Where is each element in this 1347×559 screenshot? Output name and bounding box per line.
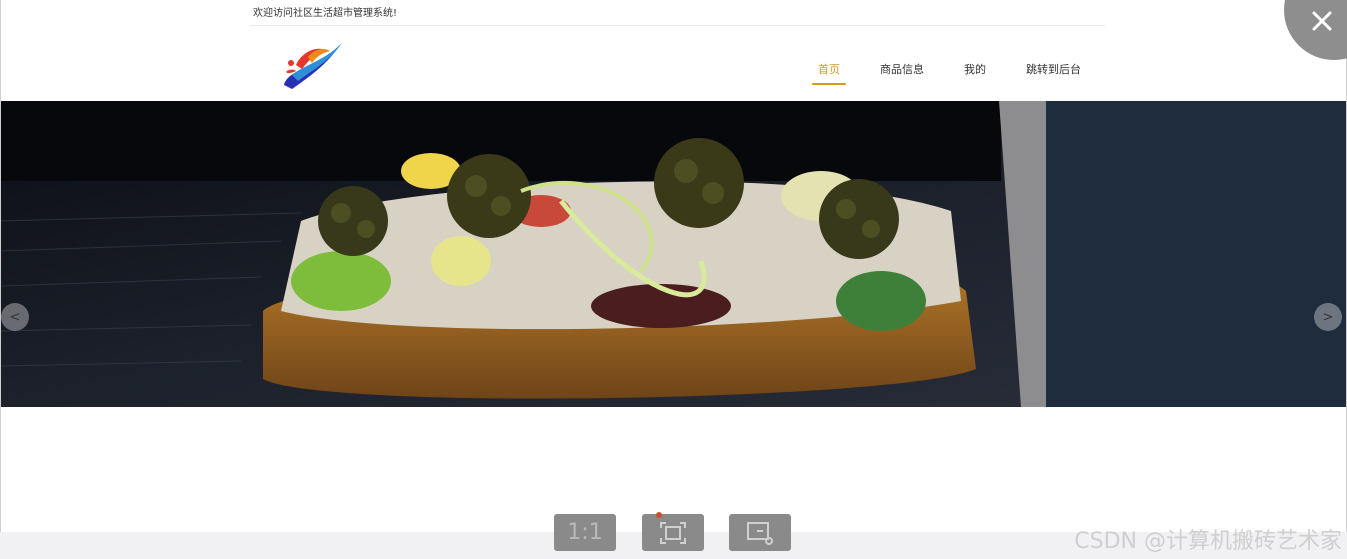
watermark: CSDN @计算机搬砖艺术家 [1074,529,1342,554]
nav-products[interactable]: 商品信息 [874,61,930,85]
top-bar: 欢迎访问社区生活超市管理系统! [250,0,1105,26]
logo-icon[interactable] [278,39,344,91]
banner-carousel[interactable] [1,101,1346,407]
actual-size-label: 1:1 [567,520,603,545]
nav-home[interactable]: 首页 [812,61,846,85]
notification-dot [656,512,662,518]
welcome-text: 欢迎访问社区生活超市管理系统! [253,8,398,19]
main-nav: 首页 商品信息 我的 跳转到后台 [812,61,1087,85]
close-icon[interactable] [1311,10,1333,32]
fit-screen-icon [660,521,686,544]
banner-image [1,101,1346,407]
crop-icon [747,521,773,545]
nav-admin[interactable]: 跳转到后台 [1020,61,1087,85]
fit-screen-button[interactable] [642,514,704,551]
crop-button[interactable] [729,514,791,551]
prev-arrow-icon[interactable]: < [1,303,29,331]
nav-mine[interactable]: 我的 [958,61,992,85]
actual-size-button[interactable]: 1:1 [554,514,616,551]
next-arrow-icon[interactable]: > [1314,303,1342,331]
site-header: 首页 商品信息 我的 跳转到后台 [250,27,1105,101]
